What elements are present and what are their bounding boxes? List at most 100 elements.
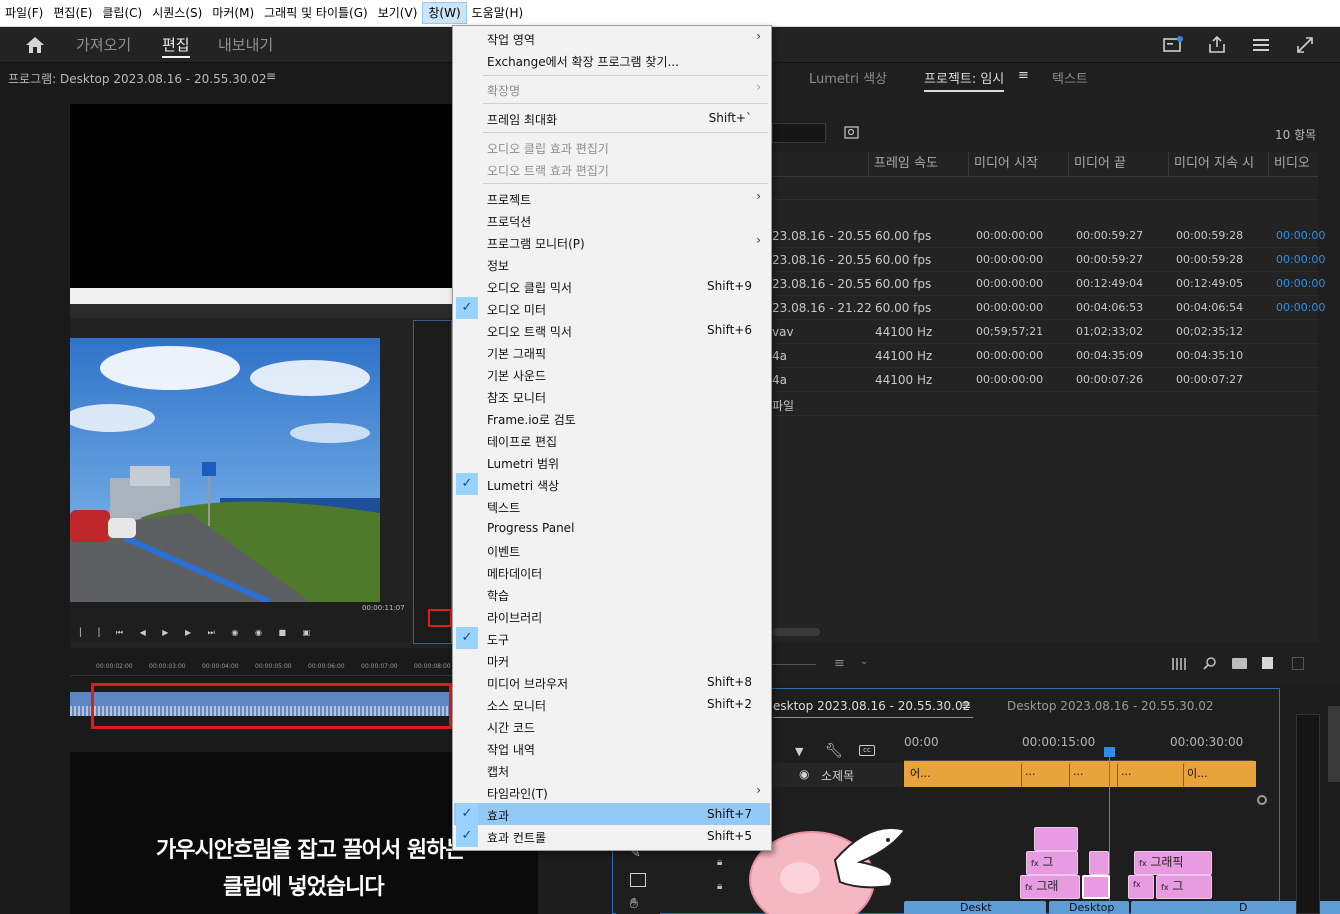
panel-menu-icon[interactable]: ≡ [266,69,276,83]
subtitle-clip[interactable]: 어... [907,763,977,787]
menu-help[interactable]: 도움말(H) [467,2,529,24]
menu-item-capture[interactable]: 캡처 [454,759,770,781]
menu-graphics[interactable]: 그래픽 및 타이틀(G) [259,2,373,24]
graphic-clip[interactable]: fx 그 [1026,851,1078,875]
column-media-end[interactable]: 미디어 끝 [1068,152,1126,176]
home-icon[interactable] [24,35,46,55]
scroll-handle[interactable] [1257,795,1267,805]
project-search-input[interactable] [772,123,826,143]
subtitle-clip[interactable]: 이... [1183,763,1237,787]
lock-icon[interactable]: 🔒︎ [717,857,722,868]
table-row[interactable]: 4a 44100 Hz 00:00:00:00 00:00:07:26 00:0… [772,368,1318,392]
new-bin-icon[interactable] [1232,658,1247,669]
menu-item-progress-panel[interactable]: Progress Panel [454,517,770,539]
table-row[interactable]: 23.08.16 - 20.55 60.00 fps 00:00:00:00 0… [772,272,1325,296]
lock-icon[interactable]: 🔒︎ [717,881,722,892]
marker-icon[interactable]: ▼ [795,745,803,758]
menu-item-reference-monitor[interactable]: 참조 모니터 [454,385,770,407]
graphic-clip[interactable] [1089,851,1109,875]
rectangle-tool-icon[interactable] [630,873,646,887]
fullscreen-icon[interactable] [1294,34,1316,56]
menu-item-essential-graphics[interactable]: 기본 그래픽 [454,341,770,363]
tab-lumetri-color[interactable]: Lumetri 색상 [809,68,887,87]
vertical-scrollbar[interactable] [1328,706,1340,782]
share-icon[interactable] [1206,34,1228,56]
menu-item-audio-meters[interactable]: ✓ 오디오 미터 [454,297,770,319]
column-frame-rate[interactable]: 프레임 속도 [868,152,938,176]
find-icon[interactable] [844,125,860,139]
chevron-down-icon[interactable]: ⌄ [860,656,868,667]
menu-item-lumetri-scopes[interactable]: Lumetri 범위 [454,451,770,473]
captions-icon[interactable]: cc [859,745,875,756]
subtitle-clip[interactable]: ... [1117,763,1157,787]
sort-icon[interactable]: ≡ [834,656,845,671]
slider-line[interactable] [772,664,816,665]
timeline-tab-other[interactable]: Desktop 2023.08.16 - 20.55.30.02 [1007,699,1214,713]
graphic-clip[interactable]: fx [1128,875,1154,899]
quick-export-icon[interactable] [1162,35,1184,55]
column-media-duration[interactable]: 미디어 지속 시 [1168,152,1254,176]
table-row[interactable]: vav 44100 Hz 00;59;57;21 01;02;33;02 00;… [772,320,1318,344]
menu-window[interactable]: 창(W) [422,2,467,24]
menu-view[interactable]: 보기(V) [373,2,423,24]
horizontal-scrollbar[interactable] [772,628,820,636]
timeline-ruler[interactable]: 00:00 00:00:15:00 00:00:30:00 [904,733,1254,761]
eye-icon[interactable]: ◉ [799,767,809,781]
menu-item-audio-clip-effect-editor[interactable]: 오디오 클립 효과 편집기 [454,136,770,158]
table-row[interactable]: 파일 [772,392,1318,416]
menu-item-audio-track-mixer[interactable]: 오디오 트랙 믹서 Shift+6 [454,319,770,341]
graphic-clip[interactable]: fx 그래 [1020,875,1080,899]
menu-item-audio-clip-mixer[interactable]: 오디오 클립 믹서 Shift+9 [454,275,770,297]
menu-item-tools[interactable]: ✓ 도구 [454,627,770,649]
graphic-clip[interactable]: fx 그 [1156,875,1212,899]
menu-item-markers[interactable]: 마커 [454,649,770,671]
menu-item-find-extensions[interactable]: Exchange에서 확장 프로그램 찾기... [454,49,770,71]
subtitle-clip[interactable]: ... [1069,763,1109,787]
menu-item-history[interactable]: 작업 내역 [454,737,770,759]
menu-edit[interactable]: 편집(E) [48,2,97,24]
menu-marker[interactable]: 마커(M) [207,2,259,24]
menu-item-essential-sound[interactable]: 기본 사운드 [454,363,770,385]
table-row[interactable]: 23.08.16 - 21.22 60.00 fps 00:00:00:00 0… [772,296,1325,320]
menu-item-effects[interactable]: ✓ 효과 Shift+7 [454,803,770,825]
table-row[interactable]: 23.08.16 - 20.55 60.00 fps 00:00:00:00 0… [772,224,1325,248]
menu-item-audio-track-effect-editor[interactable]: 오디오 트랙 효과 편집기 [454,158,770,180]
new-item-icon[interactable] [1262,657,1273,669]
playhead-handle[interactable] [1104,747,1115,757]
column-video[interactable]: 비디오 [1268,152,1310,176]
menu-item-timelines[interactable]: 타임라인(T) › [454,781,770,803]
video-clip[interactable]: Desktop [1049,901,1129,914]
tab-text[interactable]: 텍스트 [1052,68,1088,87]
video-clip[interactable]: Deskt [904,901,1046,914]
menu-item-events[interactable]: 이벤트 [454,539,770,561]
automate-icon[interactable] [1172,658,1188,670]
menu-item-productions[interactable]: 프로덕션 [454,209,770,231]
menu-item-extensions[interactable]: 확장명 › [454,78,770,100]
panel-menu-icon[interactable]: ≡ [1018,68,1029,83]
trash-icon[interactable] [1292,657,1304,670]
menu-item-projects[interactable]: 프로젝트 › [454,187,770,209]
menu-item-media-browser[interactable]: 미디어 브라우저 Shift+8 [454,671,770,693]
menu-item-effect-controls[interactable]: ✓ 효과 컨트롤 Shift+5 [454,825,770,847]
graphic-clip-selected[interactable] [1082,875,1110,899]
subtitle-track-header[interactable]: ◉ 소제목 [773,763,903,787]
timeline-tab-active[interactable]: esktop 2023.08.16 - 20.55.30.02 [773,699,970,713]
menu-sequence[interactable]: 시퀀스(S) [147,2,207,24]
search-icon[interactable] [1202,656,1218,676]
menu-item-edit-to-tape[interactable]: 테이프로 편집 [454,429,770,451]
tab-import[interactable]: 가져오기 [76,27,131,63]
menu-clip[interactable]: 클립(C) [97,2,147,24]
wrench-icon[interactable]: 🔧︎ [825,743,843,759]
menu-file[interactable]: 파일(F) [0,2,48,24]
menu-item-maximize-frame[interactable]: 프레임 최대화 Shift+` [454,107,770,129]
menu-item-program-monitor[interactable]: 프로그램 모니터(P) › [454,231,770,253]
menu-item-source-monitor[interactable]: 소스 모니터 Shift+2 [454,693,770,715]
menu-item-workspaces[interactable]: 작업 영역 › [454,27,770,49]
tab-export[interactable]: 내보내기 [218,27,273,63]
menu-item-metadata[interactable]: 메타데이터 [454,561,770,583]
tab-project[interactable]: 프로젝트: 임시 [924,68,1005,92]
tab-edit[interactable]: 편집 [162,27,190,63]
panel-menu-icon[interactable]: ≡ [961,698,971,712]
workspace-menu-icon[interactable] [1250,35,1272,55]
transport-buttons[interactable]: ▏▕ ⏮ ◀ ▶ ▶ ⏭ ◉ ◉ ■ ▣ [80,628,317,638]
